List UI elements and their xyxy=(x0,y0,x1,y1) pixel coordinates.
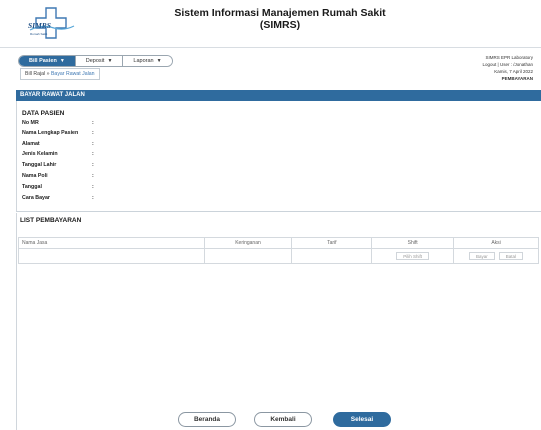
field-label: Nama Lengkap Pasien xyxy=(22,130,79,136)
field-label: No MR xyxy=(22,120,39,126)
payment-table: Nama Jasa Keringanan Tarif Shift Aksi Pi… xyxy=(18,237,539,264)
field-label: Tanggal xyxy=(22,184,42,190)
info-date: Kamis, 7 April 2022 xyxy=(494,69,533,74)
list-pembayaran-title: LIST PEMBAYARAN xyxy=(20,217,82,224)
info-user[interactable]: Logout | User : /Jonathan xyxy=(423,61,533,68)
user-info: SIMRS EPR Laboratory Logout | User : /Jo… xyxy=(423,54,533,82)
field-nama-poli: Nama Poli: xyxy=(22,173,94,182)
nav-bill-pasien-label: Bill Pasien xyxy=(29,58,57,64)
field-label: Tanggal Lahir xyxy=(22,162,57,168)
app-title-line1: Sistem Informasi Manajemen Rumah Sakit xyxy=(174,7,386,19)
selesai-button[interactable]: Selesai xyxy=(333,412,391,427)
col-tarif: Tarif xyxy=(291,237,373,249)
beranda-button[interactable]: Beranda xyxy=(178,412,236,427)
svg-text:SIMRS: SIMRS xyxy=(28,21,51,30)
field-label: Cara Bayar xyxy=(22,195,50,201)
field-jenis-kelamin: Jenis Kelamin: xyxy=(22,151,94,160)
nav-bill-pasien[interactable]: Bill Pasien ▼ xyxy=(19,56,76,66)
breadcrumb-current[interactable]: Bayar Rawat Jalan xyxy=(51,71,95,77)
cell-aksi: Bayar Batal xyxy=(453,248,539,264)
field-tanggal: Tanggal: xyxy=(22,184,94,193)
table-header-row: Nama Jasa Keringanan Tarif Shift Aksi xyxy=(18,237,539,249)
app-header: SIMRS Rumah Sakit Sistem Informasi Manaj… xyxy=(0,0,541,48)
field-colon: : xyxy=(92,173,94,179)
field-colon: : xyxy=(92,151,94,157)
col-nama-jasa: Nama Jasa xyxy=(18,237,205,249)
app-title-line2: (SIMRS) xyxy=(259,19,301,31)
simrs-logo: SIMRS Rumah Sakit xyxy=(28,7,75,39)
app-title: Sistem Informasi Manajemen Rumah Sakit (… xyxy=(150,7,410,31)
field-label: Jenis Kelamin xyxy=(22,151,58,157)
nav-deposit-label: Deposit xyxy=(85,58,105,64)
main-nav: Bill Pasien ▼ Deposit ▼ Laporan ▼ xyxy=(18,55,173,67)
svg-text:Rumah Sakit: Rumah Sakit xyxy=(30,32,47,36)
field-tanggal-lahir: Tanggal Lahir: xyxy=(22,162,94,171)
field-colon: : xyxy=(92,141,94,147)
nav-deposit[interactable]: Deposit ▼ xyxy=(75,56,124,66)
pilih-shift-button[interactable]: Pilih Shift xyxy=(396,252,430,260)
col-aksi: Aksi xyxy=(453,237,539,249)
cell-shift: Pilih Shift xyxy=(371,248,455,264)
data-pasien-panel xyxy=(16,101,541,212)
field-label: Nama Poli xyxy=(22,173,48,179)
data-pasien-title: DATA PASIEN xyxy=(22,110,65,117)
field-colon: : xyxy=(92,195,94,201)
cell-nama-jasa xyxy=(18,248,205,264)
field-alamat: Alamat: xyxy=(22,141,94,150)
section-title-bar: BAYAR RAWAT JALAN xyxy=(16,90,541,101)
batal-button[interactable]: Batal xyxy=(498,252,524,260)
field-cara-bayar: Cara Bayar: xyxy=(22,195,94,204)
chevron-down-icon: ▼ xyxy=(59,58,65,64)
field-colon: : xyxy=(92,130,94,136)
breadcrumb: Bill Rajal » Bayar Rawat Jalan xyxy=(20,68,100,80)
field-colon: : xyxy=(92,162,94,168)
col-shift: Shift xyxy=(371,237,455,249)
field-label: Alamat xyxy=(22,141,40,147)
chevron-down-icon: ▼ xyxy=(107,58,113,64)
table-row: Pilih Shift Bayar Batal xyxy=(18,248,539,264)
info-page-name: PEMBAYARAN xyxy=(501,76,533,81)
breadcrumb-root[interactable]: Bill Rajal xyxy=(25,71,45,77)
kembali-button[interactable]: Kembali xyxy=(254,412,312,427)
cell-keringanan[interactable] xyxy=(203,248,293,264)
cell-tarif xyxy=(291,248,373,264)
nav-laporan[interactable]: Laporan ▼ xyxy=(123,56,172,66)
field-no-mr: No MR: xyxy=(22,120,94,129)
info-app-name: SIMRS EPR Laboratory xyxy=(485,55,533,60)
field-nama-lengkap: Nama Lengkap Pasien: xyxy=(22,130,94,139)
col-keringanan: Keringanan xyxy=(203,237,293,249)
nav-laporan-label: Laporan xyxy=(133,58,154,64)
chevron-down-icon: ▼ xyxy=(156,58,162,64)
bayar-button[interactable]: Bayar xyxy=(469,252,495,260)
field-colon: : xyxy=(92,120,94,126)
field-colon: : xyxy=(92,184,94,190)
